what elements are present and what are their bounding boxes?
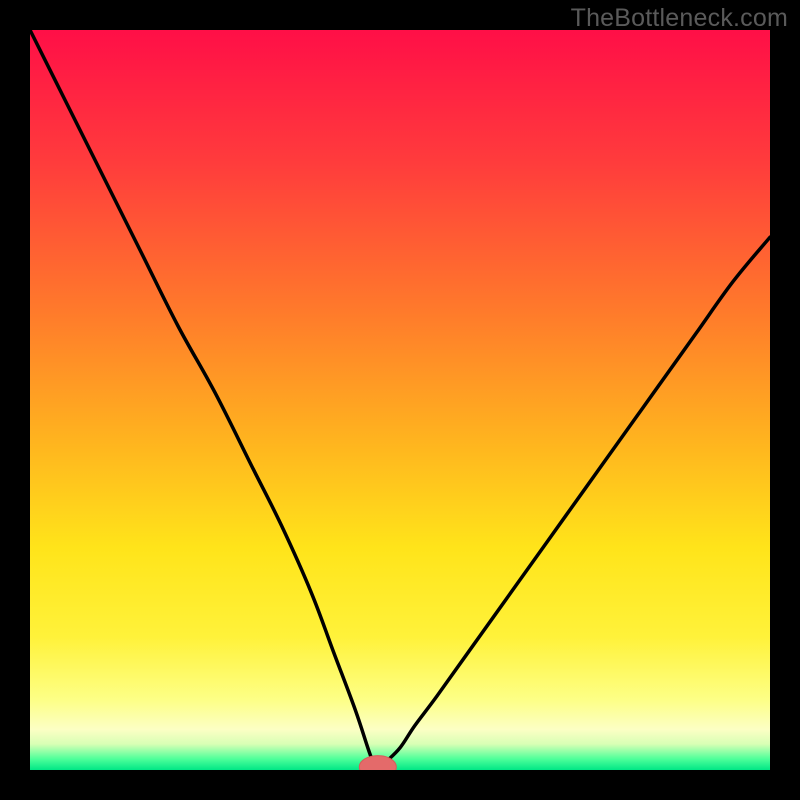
watermark-text: TheBottleneck.com [571,4,788,33]
gradient-background [30,30,770,770]
chart-frame: TheBottleneck.com [0,0,800,800]
plot-area [30,30,770,770]
bottleneck-chart [30,30,770,770]
